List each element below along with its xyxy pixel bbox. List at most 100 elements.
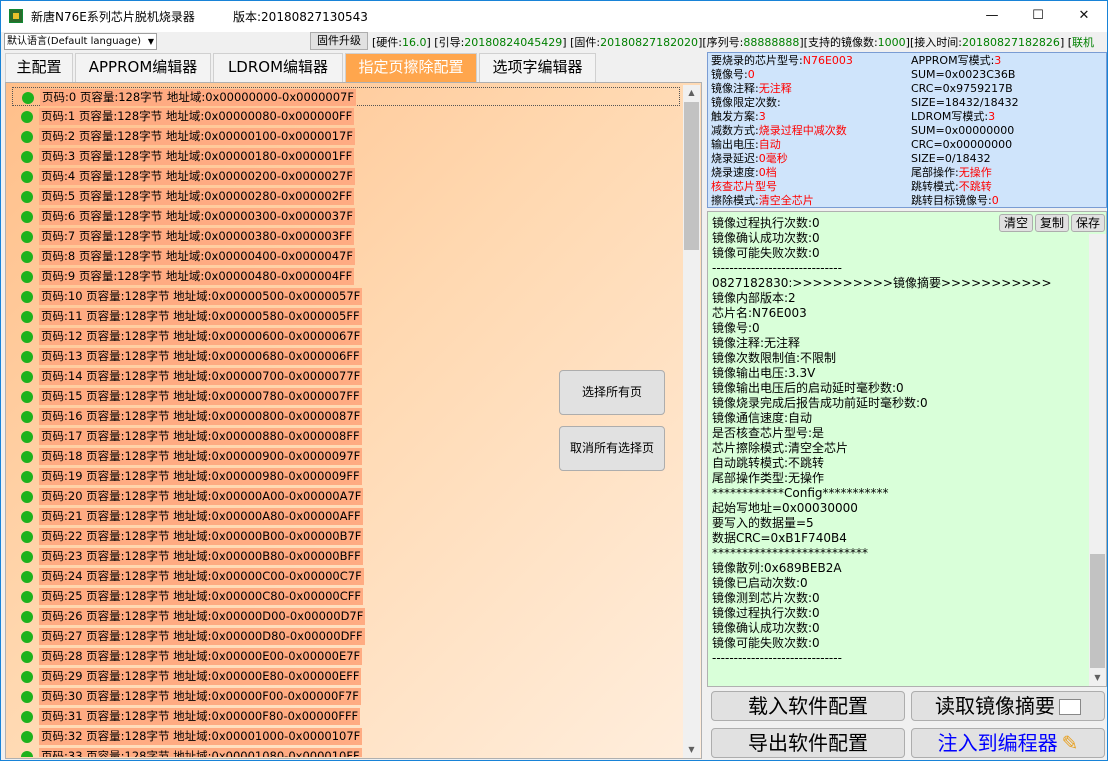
tab-aprom-editor[interactable]: APPROM编辑器 [75,53,211,82]
tab-page-erase-config[interactable]: 指定页擦除配置 [345,53,477,82]
param-right-9: 跳转模式:不跳转 [911,180,992,194]
inject-programmer-button[interactable]: 注入到编程器 ✎ [911,728,1105,758]
firmware-version: 20180827182020 [600,36,699,49]
status-dot-icon [21,751,33,757]
page-row-label: 页码:25 页容量:128字节 地址域:0x00000C80-0x00000CF… [39,588,363,605]
log-line: 镜像注释:无注释 [712,336,801,350]
scroll-down-icon[interactable]: ▼ [683,742,700,758]
page-row[interactable]: 页码:2 页容量:128字节 地址域:0x00000100-0x0000017F [12,127,680,146]
language-select[interactable]: 默认语言(Default language) ▼ [4,33,157,50]
page-row[interactable]: 页码:7 页容量:128字节 地址域:0x00000380-0x000003FF [12,227,680,246]
param-value: 烧录过程中减次数 [758,124,847,137]
param-right-7: SIZE=0/18432 [911,152,991,166]
page-row[interactable]: 页码:21 页容量:128字节 地址域:0x00000A80-0x00000AF… [12,507,680,526]
page-row[interactable]: 页码:0 页容量:128字节 地址域:0x00000000-0x0000007F [12,87,680,106]
page-row-label: 页码:27 页容量:128字节 地址域:0x00000D80-0x00000DF… [39,628,365,645]
page-row-label: 页码:10 页容量:128字节 地址域:0x00000500-0x0000057… [39,288,363,305]
load-config-button[interactable]: 载入软件配置 [711,691,905,721]
page-row[interactable]: 页码:10 页容量:128字节 地址域:0x00000500-0x0000057… [12,287,680,306]
page-row[interactable]: 页码:4 页容量:128字节 地址域:0x00000200-0x0000027F [12,167,680,186]
status-dot-icon [21,311,33,323]
status-dot-icon [21,351,33,363]
page-row[interactable]: 页码:6 页容量:128字节 地址域:0x00000300-0x0000037F [12,207,680,226]
page-row[interactable]: 页码:5 页容量:128字节 地址域:0x00000280-0x000002FF [12,187,680,206]
hardware-version: 16.0 [402,36,427,49]
param-label: 跳转模式: [911,180,959,193]
page-list-scrollbar[interactable]: ▲ ▼ [683,85,700,758]
page-row[interactable]: 页码:29 页容量:128字节 地址域:0x00000E80-0x00000EF… [12,667,680,686]
page-row[interactable]: 页码:12 页容量:128字节 地址域:0x00000600-0x0000067… [12,327,680,346]
param-value: 自动 [758,138,781,151]
minimize-button[interactable]: — [969,1,1015,32]
page-row[interactable]: 页码:24 页容量:128字节 地址域:0x00000C00-0x00000C7… [12,567,680,586]
info-label: ] [引导: [426,36,465,49]
serial-number: 88888888 [743,36,800,49]
page-row[interactable]: 页码:8 页容量:128字节 地址域:0x00000400-0x0000047F [12,247,680,266]
param-label: 核查芯片型号 [711,180,777,193]
scrollbar-thumb[interactable] [684,102,699,250]
page-row-label: 页码:13 页容量:128字节 地址域:0x00000680-0x000006F… [39,348,362,365]
param-right-5: SUM=0x00000000 [911,124,1014,138]
param-left-7: 烧录延迟:0毫秒 [711,152,788,166]
param-value: 3 [758,110,766,123]
page-row[interactable]: 页码:26 页容量:128字节 地址域:0x00000D00-0x00000D7… [12,607,680,626]
tab-option-editor[interactable]: 选项字编辑器 [479,53,596,82]
param-label: CRC=0x9759217B [911,82,1013,95]
page-row[interactable]: 页码:31 页容量:128字节 地址域:0x00000F80-0x00000FF… [12,707,680,726]
log-panel[interactable]: 镜像过程执行次数:0 镜像确认成功次数:0 镜像可能失败次数:0 ----------… [707,211,1107,687]
read-summary-label: 读取镜像摘要 [935,694,1055,718]
close-button[interactable]: ✕ [1061,1,1107,32]
select-all-pages-button[interactable]: 选择所有页 [559,370,665,415]
scroll-up-icon[interactable]: ▲ [683,85,700,101]
page-row[interactable]: 页码:30 页容量:128字节 地址域:0x00000F00-0x00000F7… [12,687,680,706]
log-line: ************************** [712,546,868,560]
status-dot-icon [21,491,33,503]
page-row[interactable]: 页码:33 页容量:128字节 地址域:0x00001080-0x000010F… [12,747,680,757]
bootloader-version: 20180824045429 [464,36,563,49]
param-value: 不跳转 [958,180,992,193]
param-left-9: 核查芯片型号 [711,180,777,194]
tab-main-config[interactable]: 主配置 [5,53,73,82]
status-dot-icon [21,431,33,443]
page-row[interactable]: 页码:9 页容量:128字节 地址域:0x00000480-0x000004FF [12,267,680,286]
access-time: 20180827182826 [961,36,1060,49]
page-row[interactable]: 页码:22 页容量:128字节 地址域:0x00000B00-0x00000B7… [12,527,680,546]
clear-log-button[interactable]: 清空 [999,214,1033,232]
page-row[interactable]: 页码:23 页容量:128字节 地址域:0x00000B80-0x00000BF… [12,547,680,566]
param-left-6: 输出电压:自动 [711,138,781,152]
log-line: 镜像次数限制值:不限制 [712,351,837,365]
log-line: 镜像确认成功次数:0 [712,621,820,635]
read-summary-button[interactable]: 读取镜像摘要 [911,691,1105,721]
save-log-button[interactable]: 保存 [1071,214,1105,232]
status-dot-icon [21,331,33,343]
status-dot-icon [21,591,33,603]
status-dot-icon [21,471,33,483]
page-row-label: 页码:22 页容量:128字节 地址域:0x00000B00-0x00000B7… [39,528,364,545]
log-line: 要写入的数据量=5 [712,516,814,530]
export-config-button[interactable]: 导出软件配置 [711,728,905,758]
page-row[interactable]: 页码:28 页容量:128字节 地址域:0x00000E00-0x00000E7… [12,647,680,666]
param-value: 3 [988,110,996,123]
info-label: ][支持的镜像数: [799,36,878,49]
param-left-4: 触发方案:3 [711,110,766,124]
copy-log-button[interactable]: 复制 [1035,214,1069,232]
status-dot-icon [21,511,33,523]
page-row[interactable]: 页码:11 页容量:128字节 地址域:0x00000580-0x000005F… [12,307,680,326]
scrollbar-thumb[interactable] [1090,554,1105,668]
firmware-upgrade-button[interactable]: 固件升级 [310,32,368,50]
param-value: 无注释 [758,82,792,95]
page-row[interactable]: 页码:3 页容量:128字节 地址域:0x00000180-0x000001FF [12,147,680,166]
scroll-down-icon[interactable]: ▼ [1089,670,1106,686]
deselect-all-pages-button[interactable]: 取消所有选择页 [559,426,665,471]
page-row[interactable]: 页码:27 页容量:128字节 地址域:0x00000D80-0x00000DF… [12,627,680,646]
page-row[interactable]: 页码:1 页容量:128字节 地址域:0x00000080-0x000000FF [12,107,680,126]
page-row[interactable]: 页码:25 页容量:128字节 地址域:0x00000C80-0x00000CF… [12,587,680,606]
log-scrollbar[interactable]: ▼ [1089,234,1106,686]
page-row[interactable]: 页码:32 页容量:128字节 地址域:0x00001000-0x0000107… [12,727,680,746]
tab-ldrom-editor[interactable]: LDROM编辑器 [213,53,343,82]
status-dot-icon [21,711,33,723]
page-row[interactable]: 页码:20 页容量:128字节 地址域:0x00000A00-0x00000A7… [12,487,680,506]
page-row[interactable]: 页码:13 页容量:128字节 地址域:0x00000680-0x000006F… [12,347,680,366]
page-list[interactable]: 页码:0 页容量:128字节 地址域:0x00000000-0x0000007F… [8,85,682,757]
maximize-button[interactable]: ☐ [1015,1,1061,32]
